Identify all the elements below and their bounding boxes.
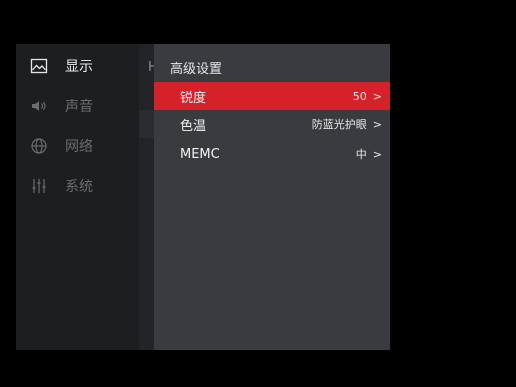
setting-value-text: 防蓝光护眼 [311, 118, 367, 131]
image-icon [30, 57, 48, 75]
setting-label: MEMC [180, 146, 220, 162]
chevron-right-icon: > [372, 117, 382, 131]
advanced-settings-panel: 高级设置 锐度 50 > 色温 防蓝光护眼 > MEMC 中 > [154, 44, 390, 350]
setting-value: 中 > [356, 146, 382, 162]
sidebar: 显示 声音 网络 系统 [16, 44, 139, 350]
setting-value: 防蓝光护眼 > [312, 116, 382, 132]
panel-title: 高级设置 [170, 62, 223, 77]
setting-row-sharpness[interactable]: 锐度 50 > [154, 82, 390, 110]
sidebar-item-network[interactable]: 网络 [16, 126, 139, 166]
setting-value: 50 > [353, 90, 382, 103]
sidebar-item-label: 系统 [65, 179, 93, 195]
setting-label: 色温 [180, 118, 207, 134]
setting-value-text: 中 [355, 148, 367, 161]
globe-icon [30, 137, 48, 155]
sliders-icon [30, 177, 48, 195]
sidebar-item-display[interactable]: 显示 [16, 46, 139, 86]
chevron-right-icon: > [372, 147, 382, 161]
sidebar-item-sound[interactable]: 声音 [16, 86, 139, 126]
sidebar-item-label: 网络 [65, 139, 93, 155]
speaker-icon [30, 97, 48, 115]
sidebar-item-label: 声音 [65, 99, 93, 115]
chevron-right-icon: > [372, 89, 382, 103]
sidebar-item-label: 显示 [65, 59, 93, 75]
setting-row-memc[interactable]: MEMC 中 > [154, 140, 390, 168]
submenu-column: H [139, 44, 158, 350]
submenu-highlight [139, 110, 154, 138]
setting-value-text: 50 [352, 89, 367, 103]
setting-row-color-temp[interactable]: 色温 防蓝光护眼 > [154, 110, 390, 138]
tv-settings-window: 显示 声音 网络 系统 H 高级设置 锐度 50 > 色温 防蓝光护眼 > ME… [16, 44, 390, 350]
sidebar-item-system[interactable]: 系统 [16, 166, 139, 206]
setting-label: 锐度 [180, 90, 207, 106]
